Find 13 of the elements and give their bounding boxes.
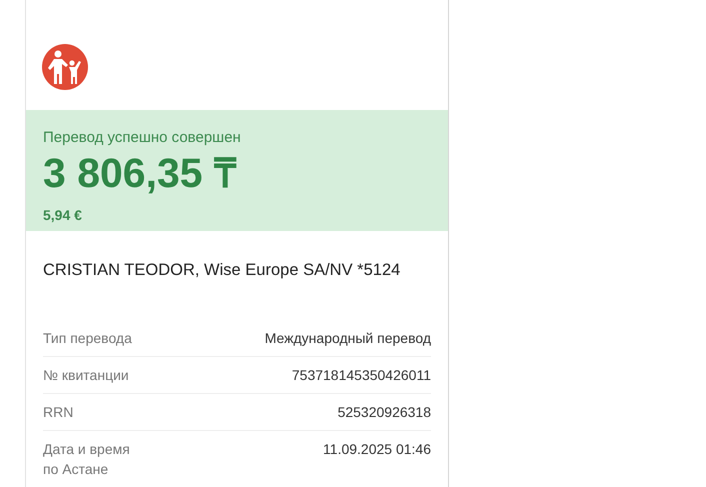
detail-label: Тип перевода (43, 329, 132, 348)
detail-value: Международный перевод (264, 329, 431, 348)
detail-label: № квитанции (43, 366, 129, 385)
detail-value: 525320926318 (338, 403, 431, 422)
recipient-name: CRISTIAN TEODOR, Wise Europe SA/NV *5124 (43, 260, 402, 280)
converted-amount: 5,94 € (43, 206, 82, 223)
detail-label: RRN (43, 403, 74, 422)
detail-value: 753718145350426011 (292, 366, 431, 385)
status-title: Перевод успешно совершен (43, 128, 241, 147)
detail-label: Дата и время по Астане (43, 440, 130, 479)
detail-value: 11.09.2025 01:46 (323, 440, 431, 459)
logo-icon (42, 44, 88, 90)
amount: 3 806,35 ₸ (43, 150, 236, 196)
